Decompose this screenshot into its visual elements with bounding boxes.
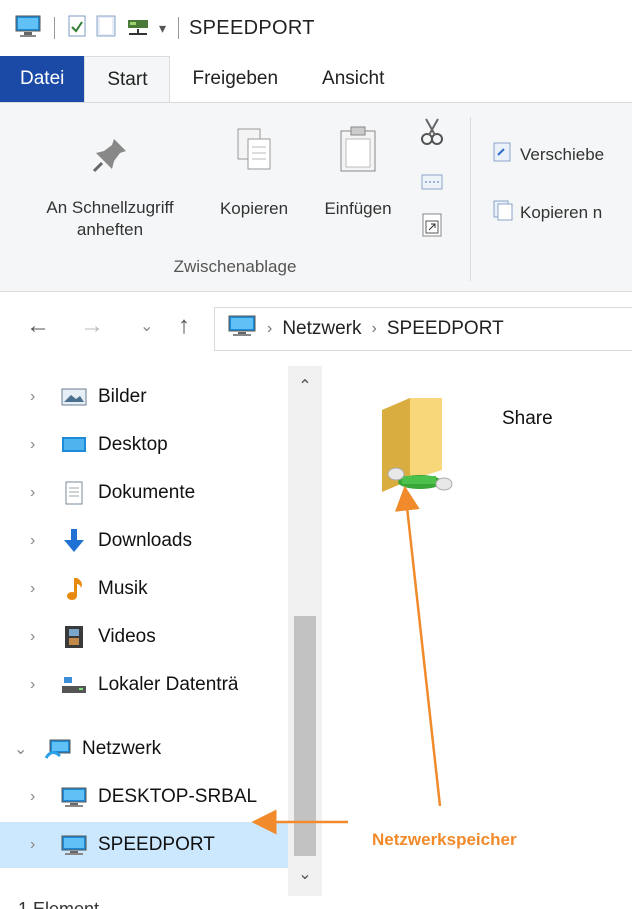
- copy-label: Kopieren: [219, 199, 289, 218]
- move-to-icon: [492, 141, 514, 168]
- computer-icon: [14, 14, 42, 43]
- tab-share[interactable]: Freigeben: [170, 56, 300, 102]
- up-icon[interactable]: ↑: [178, 312, 190, 340]
- nav-item-videos[interactable]: › Videos: [0, 614, 288, 660]
- nav-item-label: Desktop: [98, 434, 168, 455]
- nav-item-musik[interactable]: › Musik: [0, 566, 288, 612]
- annotation-arrow-left: [251, 809, 348, 835]
- ribbon: An Schnellzugriff anheften Kopieren Einf…: [0, 102, 632, 292]
- copy-icon: [234, 125, 274, 181]
- chevron-right-icon[interactable]: ›: [30, 836, 50, 854]
- nav-item-bilder[interactable]: › Bilder: [0, 374, 288, 420]
- copy-path-icon[interactable]: [420, 173, 444, 198]
- cut-icon[interactable]: [420, 117, 444, 152]
- nav-item-label: Dokumente: [98, 482, 196, 503]
- annotation-label: Netzwerkspeicher: [372, 830, 517, 849]
- tab-view[interactable]: Ansicht: [300, 56, 406, 102]
- move-to-label: Verschiebe: [520, 144, 605, 164]
- breadcrumb-netzwerk[interactable]: Netzwerk: [282, 318, 361, 340]
- window-title: SPEEDPORT: [189, 16, 315, 39]
- quick-access-toolbar: ▾: [14, 14, 183, 43]
- chevron-right-icon[interactable]: ›: [30, 436, 50, 454]
- nav-item-label: Downloads: [98, 530, 192, 551]
- local-drive-icon: [60, 673, 88, 697]
- documents-icon: [60, 481, 88, 505]
- music-icon: [60, 577, 88, 601]
- chevron-right-icon[interactable]: ›: [30, 388, 50, 406]
- network-icon: [44, 737, 72, 761]
- nav-item-dokumente[interactable]: › Dokumente: [0, 470, 288, 516]
- paste-shortcut-icon[interactable]: [420, 211, 444, 244]
- nav-item-label: Musik: [98, 578, 148, 599]
- copy-to-label: Kopieren n: [520, 202, 603, 222]
- tab-file[interactable]: Datei: [0, 56, 85, 102]
- nav-item-label: Bilder: [98, 386, 147, 407]
- properties-icon[interactable]: [67, 14, 87, 43]
- nav-item-label: Netzwerk: [82, 738, 162, 759]
- qat-separator: [54, 17, 55, 39]
- copy-to-icon: [492, 199, 514, 226]
- desktop-icon: [60, 433, 88, 457]
- chevron-right-icon[interactable]: ›: [30, 580, 50, 598]
- nav-item-speedport[interactable]: › SPEEDPORT: [0, 822, 288, 868]
- computer-icon: [60, 785, 88, 809]
- chevron-right-icon[interactable]: ›: [30, 484, 50, 502]
- nav-item-label: SPEEDPORT: [98, 834, 215, 855]
- pin-label-line2: anheften: [76, 220, 144, 239]
- address-bar[interactable]: › Netzwerk › SPEEDPORT: [214, 307, 632, 351]
- chevron-right-icon[interactable]: ›: [30, 676, 50, 694]
- paste-label: Einfügen: [324, 199, 392, 218]
- videos-icon: [60, 625, 88, 649]
- pin-icon: [90, 135, 130, 181]
- ribbon-tabs: Datei Start Freigeben Ansicht: [0, 56, 632, 102]
- nav-item-downloads[interactable]: › Downloads: [0, 518, 288, 564]
- breadcrumb-separator: ›: [267, 320, 273, 337]
- nav-item-label: Lokaler Datenträ: [98, 674, 239, 695]
- clipboard-group-label: Zwischenablage: [173, 257, 297, 276]
- nav-item-netzwerk[interactable]: ⌄ Netzwerk: [0, 726, 288, 772]
- copy-to-button[interactable]: Kopieren n: [492, 199, 602, 226]
- move-to-button[interactable]: Verschiebe: [492, 141, 604, 168]
- scroll-down-icon[interactable]: ⌄: [288, 860, 322, 890]
- window-edge: [626, 366, 632, 896]
- paste-icon: [337, 125, 379, 181]
- network-drive-icon[interactable]: [125, 14, 151, 43]
- tab-start[interactable]: Start: [84, 56, 171, 102]
- qat-separator: [178, 17, 180, 39]
- nav-item-local-drive[interactable]: › Lokaler Datenträ: [0, 662, 288, 708]
- new-folder-icon[interactable]: [95, 14, 117, 43]
- downloads-icon: [60, 529, 88, 553]
- forward-icon[interactable]: →: [80, 312, 104, 340]
- scroll-up-icon[interactable]: ⌃: [288, 372, 322, 402]
- nav-item-label: DESKTOP-SRBAL: [98, 786, 258, 807]
- back-icon[interactable]: ←: [26, 312, 50, 340]
- chevron-right-icon[interactable]: ›: [30, 532, 50, 550]
- pin-to-quick-access-button[interactable]: An Schnellzugriff anheften: [20, 135, 200, 241]
- chevron-right-icon[interactable]: ›: [30, 788, 50, 806]
- title-bar: ▾ SPEEDPORT: [0, 0, 632, 56]
- breadcrumb-speedport[interactable]: SPEEDPORT: [387, 318, 504, 340]
- pictures-icon: [60, 385, 88, 409]
- recent-locations-chevron-icon[interactable]: ⌄: [140, 316, 153, 336]
- breadcrumb-separator: ›: [371, 320, 377, 337]
- chevron-right-icon[interactable]: ›: [30, 628, 50, 646]
- navigation-bar: ← → ⌄ ↑ › Netzwerk › SPEEDPORT: [0, 292, 632, 366]
- copy-button[interactable]: Kopieren: [204, 125, 304, 220]
- nav-item-label: Videos: [98, 626, 156, 647]
- pin-label-line1: An Schnellzugriff: [46, 198, 174, 217]
- qat-dropdown-icon[interactable]: ▾: [159, 20, 166, 37]
- network-computer-icon: [227, 314, 257, 344]
- chevron-down-icon[interactable]: ⌄: [14, 739, 34, 759]
- paste-button[interactable]: Einfügen: [306, 125, 410, 220]
- nav-item-desktop-srbal[interactable]: › DESKTOP-SRBAL: [0, 774, 288, 820]
- ribbon-group-divider: [470, 117, 471, 281]
- nav-item-desktop[interactable]: › Desktop: [0, 422, 288, 468]
- computer-icon: [60, 833, 88, 857]
- status-bar: 1 Element: [0, 896, 632, 909]
